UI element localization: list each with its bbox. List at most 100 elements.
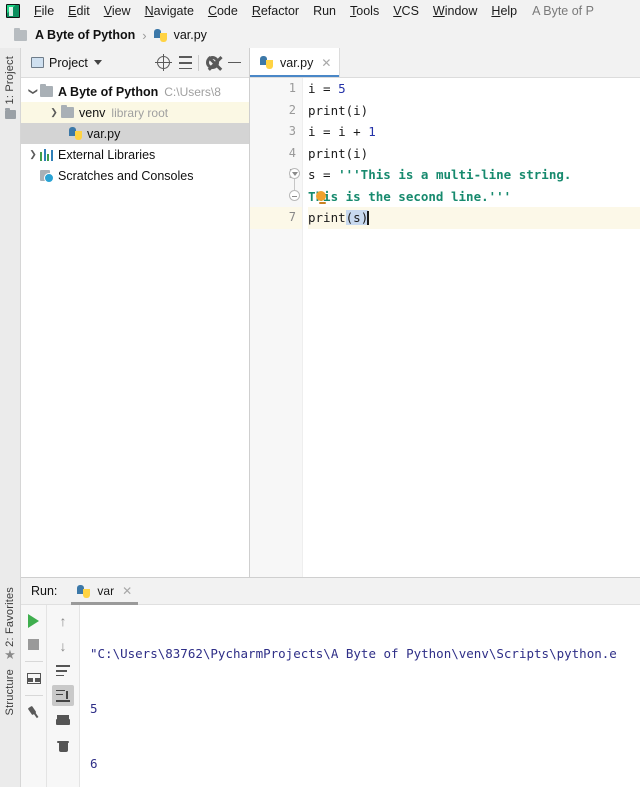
menu-item-navigate[interactable]: Navigate: [138, 2, 201, 20]
tree-item-path: C:\Users\8: [164, 84, 221, 99]
project-panel-toolbar: Project: [21, 48, 249, 78]
collapse-all-icon[interactable]: [174, 52, 196, 74]
stop-button[interactable]: [23, 634, 45, 655]
chevron-right-icon[interactable]: ❯: [47, 107, 61, 118]
minimize-icon[interactable]: [223, 52, 245, 74]
left-toolwindow-strip-bottom: 2: Favorites ★ Structure: [0, 577, 21, 787]
menu-bar: File Edit View Navigate Code Refactor Ru…: [0, 0, 640, 22]
folder-icon: [40, 83, 53, 97]
run-tab-label: var: [97, 584, 115, 598]
scroll-to-end-button[interactable]: [52, 685, 74, 706]
editor-area: var.py ✕ 1 2 3 4 5 6 7 i = 5 print(i): [250, 48, 640, 577]
editor-gutter[interactable]: 1 2 3 4 5 6 7: [250, 78, 303, 577]
code-token: 5: [338, 81, 346, 96]
fold-region-line: [294, 179, 295, 190]
project-tool-window: Project ❯ A Byte of Python C:\Users\8 ❯ …: [21, 48, 250, 577]
console-line: 6: [90, 756, 98, 771]
fold-end-icon[interactable]: [289, 190, 300, 201]
menu-item-code[interactable]: Code: [201, 2, 245, 20]
fold-start-icon[interactable]: [289, 168, 300, 179]
run-actions-toolbar-left: [21, 605, 47, 787]
menu-item-window[interactable]: Window: [426, 2, 484, 20]
menu-item-run[interactable]: Run: [306, 2, 343, 20]
editor-tab-var-py[interactable]: var.py ✕: [250, 48, 341, 77]
code-token: print: [308, 210, 346, 225]
console-output[interactable]: "C:\Users\83762\PycharmProjects\A Byte o…: [80, 605, 640, 787]
code-token: i = i +: [308, 124, 369, 139]
code-token: This is the second line.''': [308, 188, 512, 204]
close-icon[interactable]: ✕: [122, 584, 132, 598]
code-line: i = i + 1: [308, 121, 640, 143]
pycharm-window: File Edit View Navigate Code Refactor Ru…: [0, 0, 640, 787]
tree-row[interactable]: ❯ A Byte of Python C:\Users\8: [21, 81, 249, 102]
code-token: print(i): [308, 102, 369, 118]
locate-icon[interactable]: [152, 52, 174, 74]
print-button[interactable]: [52, 710, 74, 731]
folder-icon: [14, 27, 27, 41]
code-token: print(i): [308, 145, 369, 161]
code-line: This is the second line.''': [308, 186, 640, 208]
line-number: 4: [288, 145, 296, 160]
scratches-icon: [40, 169, 54, 183]
tree-item-label: venv: [79, 105, 106, 120]
project-panel-icon: [31, 57, 44, 68]
pin-button[interactable]: [23, 702, 45, 723]
code-token: '''This is a multi-line string.: [338, 167, 572, 182]
code-line: s = '''This is a multi-line string.: [308, 164, 640, 186]
menu-item-file[interactable]: File: [27, 2, 61, 20]
menu-item-tools[interactable]: Tools: [343, 2, 386, 20]
menu-item-help[interactable]: Help: [484, 2, 524, 20]
editor-tab-bar: var.py ✕: [250, 48, 640, 78]
code-editor[interactable]: 1 2 3 4 5 6 7 i = 5 print(i) i = i + 1 p…: [250, 78, 640, 577]
breadcrumb-file[interactable]: var.py: [174, 28, 207, 42]
console-line: "C:\Users\83762\PycharmProjects\A Byte o…: [90, 646, 617, 661]
close-icon[interactable]: ✕: [321, 56, 331, 70]
line-number: 2: [288, 102, 296, 117]
editor-tab-label: var.py: [280, 55, 314, 70]
run-tab-var[interactable]: var ✕: [71, 578, 139, 605]
toolbar-divider: [24, 695, 43, 696]
code-content[interactable]: i = 5 print(i) i = i + 1 print(i) s = ''…: [303, 78, 640, 577]
lightbulb-icon[interactable]: [316, 191, 328, 204]
tree-item-label: A Byte of Python: [58, 84, 159, 99]
tree-row[interactable]: ❯ venv library root: [21, 102, 249, 123]
sidebar-item-project[interactable]: 1: Project: [4, 56, 16, 104]
menu-item-vcs[interactable]: VCS: [386, 2, 426, 20]
tab-active-underline: [250, 74, 340, 77]
chevron-down-icon[interactable]: [93, 60, 102, 65]
star-icon: ★: [4, 646, 16, 662]
scroll-up-button[interactable]: ↑: [52, 610, 74, 631]
breadcrumb-project[interactable]: A Byte of Python: [35, 28, 135, 42]
code-selection: (s): [345, 210, 369, 225]
run-panel-label: Run:: [31, 584, 58, 598]
soft-wrap-button[interactable]: [52, 660, 74, 681]
tree-row[interactable]: var.py: [21, 123, 249, 144]
text-caret: [367, 211, 369, 225]
menu-item-refactor[interactable]: Refactor: [245, 2, 306, 20]
sidebar-item-favorites[interactable]: 2: Favorites: [4, 587, 16, 647]
line-number: 3: [288, 124, 296, 138]
run-tool-window: Run: var ✕ ↑ ↓ "C:\Users\83762\PycharmPr…: [21, 577, 640, 787]
project-panel-title[interactable]: Project: [49, 56, 88, 70]
python-file-icon: [77, 584, 91, 598]
folder-icon: [4, 108, 16, 120]
sidebar-item-structure[interactable]: Structure: [4, 669, 16, 715]
clear-button[interactable]: [52, 735, 74, 756]
gear-icon[interactable]: [201, 52, 223, 74]
menu-item-edit[interactable]: Edit: [61, 2, 97, 20]
tree-item-label: External Libraries: [58, 147, 156, 162]
scroll-down-button[interactable]: ↓: [52, 635, 74, 656]
menu-item-view[interactable]: View: [97, 2, 138, 20]
tree-row[interactable]: ❯ External Libraries: [21, 144, 249, 165]
chevron-right-icon[interactable]: ❯: [26, 149, 40, 160]
line-number: 7: [250, 207, 302, 229]
library-icon: [40, 148, 53, 161]
chevron-down-icon[interactable]: ❯: [26, 86, 40, 97]
layout-button[interactable]: [23, 668, 45, 689]
breadcrumb-separator: ›: [142, 27, 147, 43]
console-line: 5: [90, 701, 98, 716]
run-button[interactable]: [23, 610, 45, 631]
python-file-icon: [69, 127, 82, 140]
tree-row[interactable]: Scratches and Consoles: [21, 165, 249, 186]
code-line: i = 5: [308, 78, 640, 100]
